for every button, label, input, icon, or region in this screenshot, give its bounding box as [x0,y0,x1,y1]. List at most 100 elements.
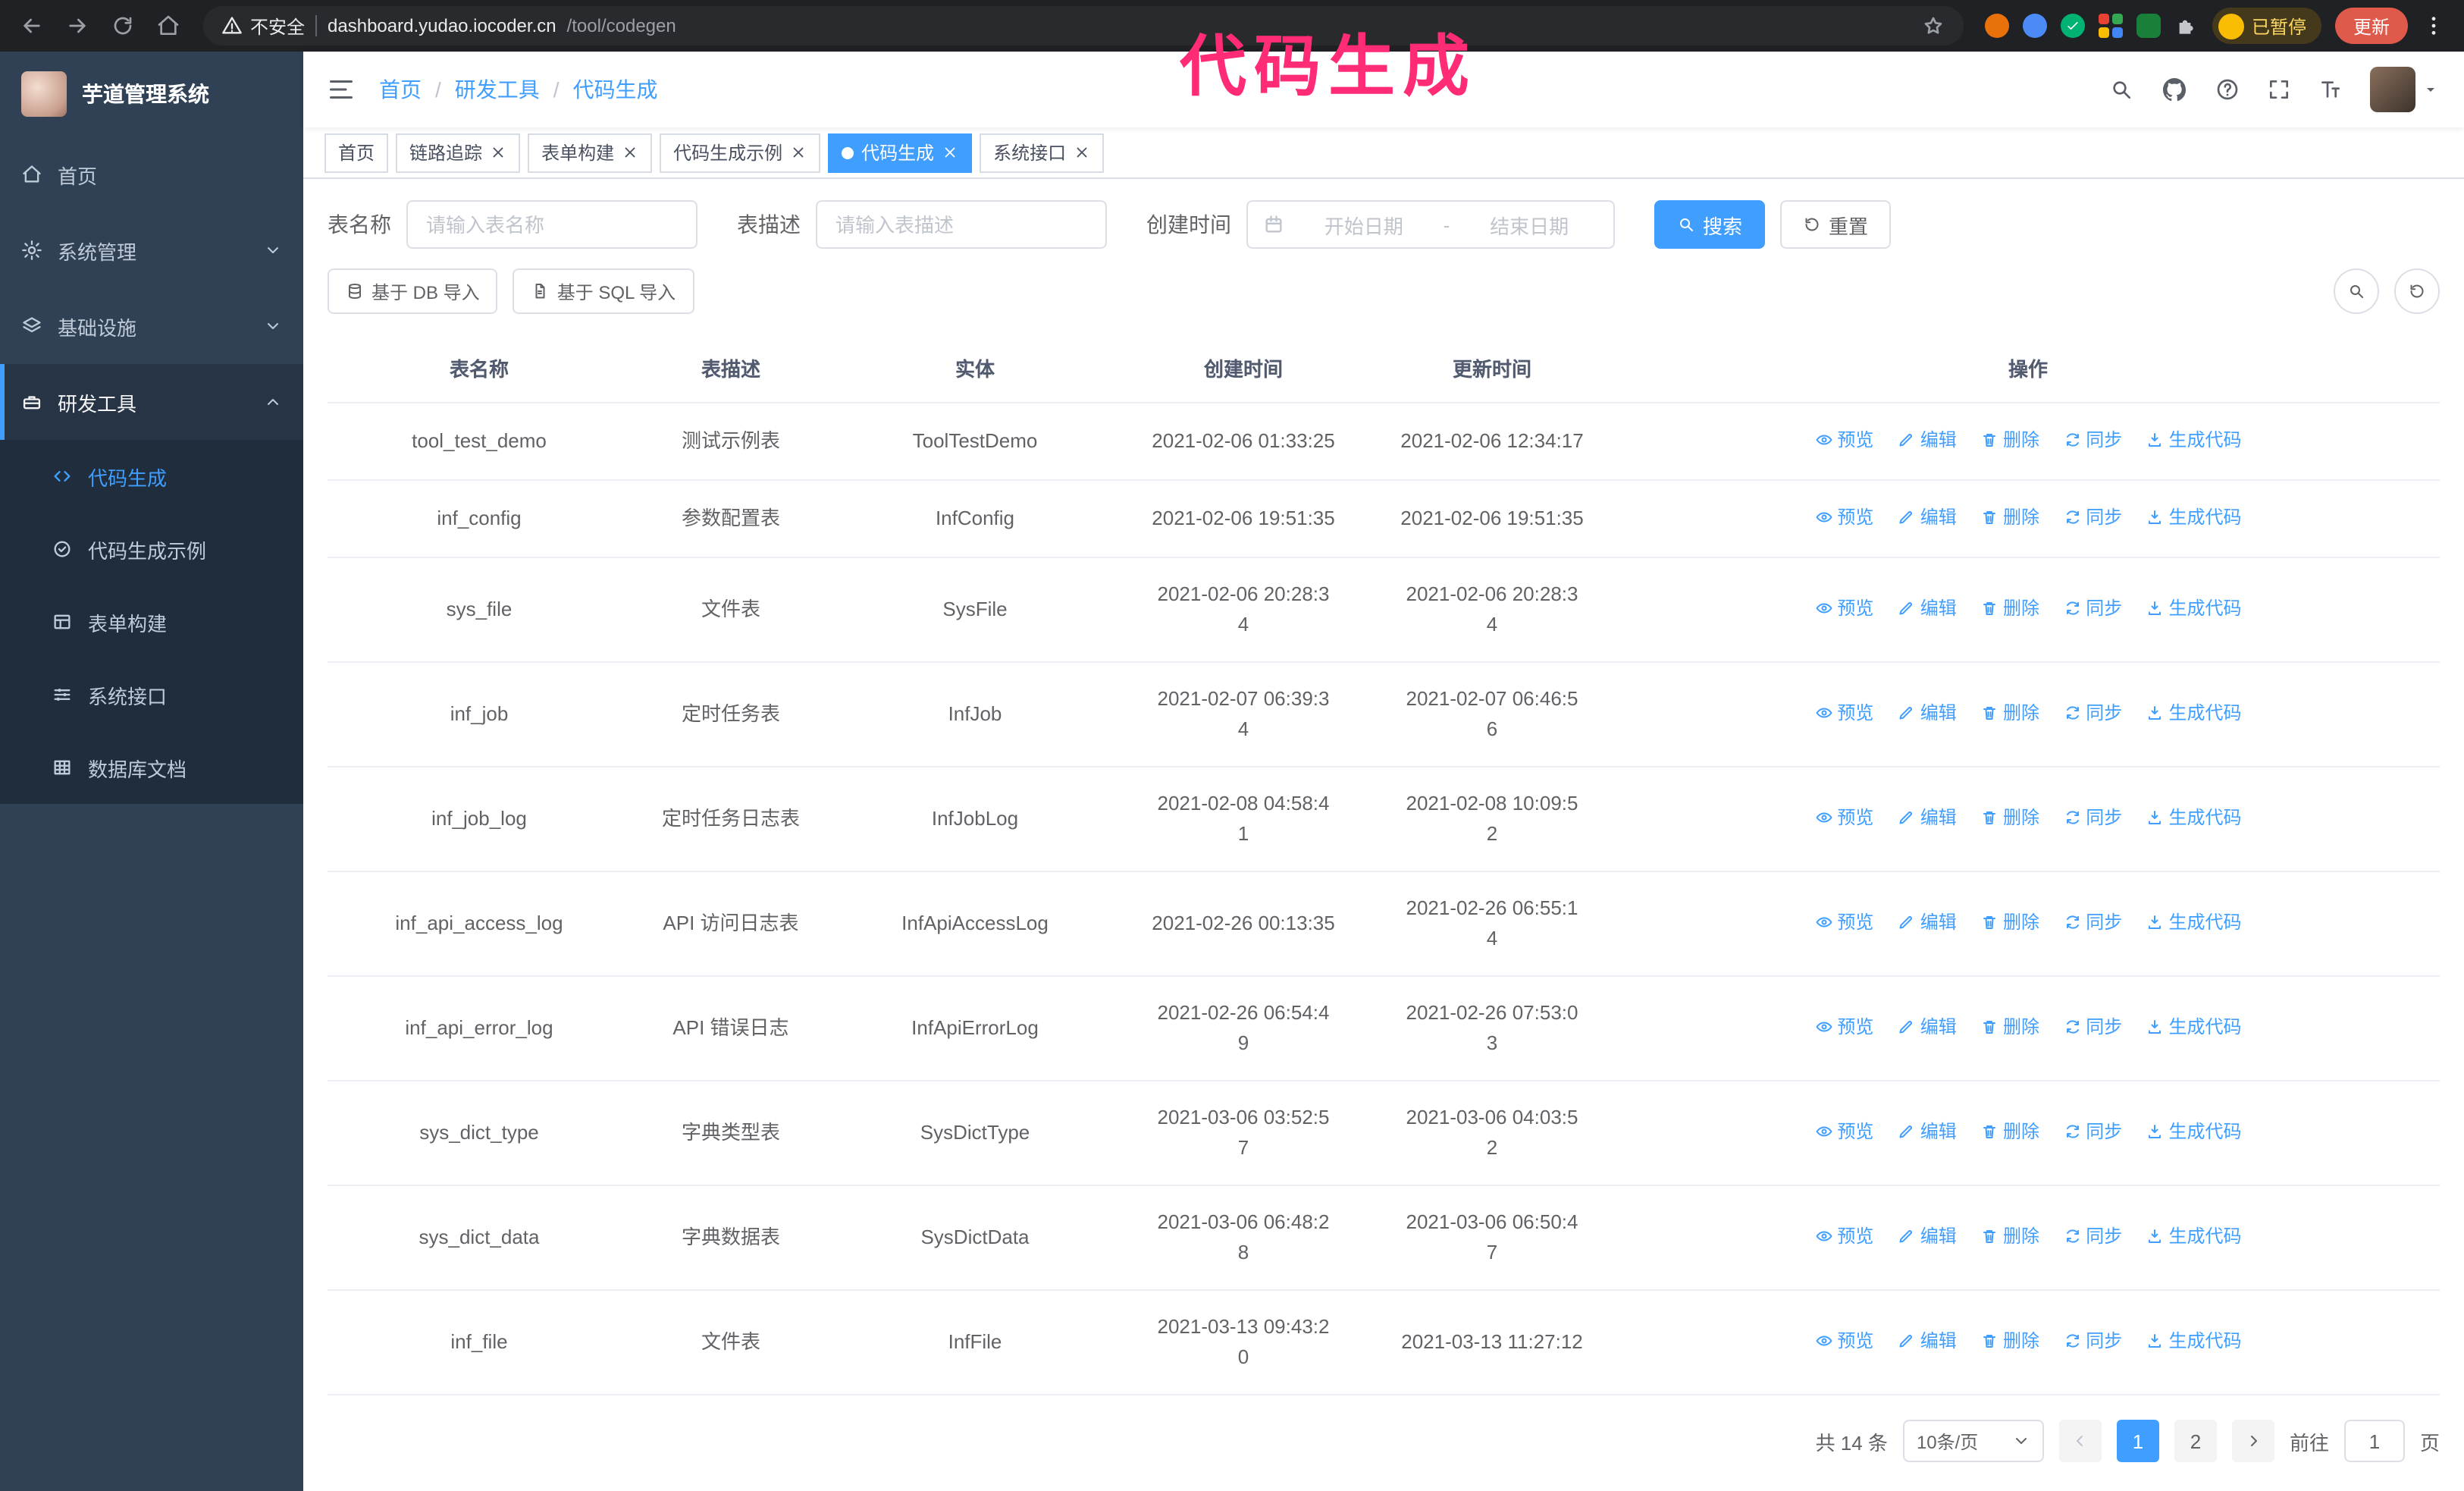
help-icon[interactable] [2215,77,2240,102]
close-icon[interactable] [490,144,506,161]
profile-paused-chip[interactable]: 已暂停 [2212,8,2321,44]
preview-link[interactable]: 预览 [1814,1116,1873,1147]
generate-code-link[interactable]: 生成代码 [2146,593,2242,623]
github-icon[interactable] [2161,76,2188,103]
generate-code-link[interactable]: 生成代码 [2146,1012,2242,1042]
sync-link[interactable]: 同步 [2063,425,2122,455]
generate-code-link[interactable]: 生成代码 [2146,1326,2242,1356]
sync-link[interactable]: 同步 [2063,698,2122,728]
breadcrumb-devtools[interactable]: 研发工具 [455,74,540,105]
sync-link[interactable]: 同步 [2063,502,2122,532]
chrome-update-button[interactable]: 更新 [2334,8,2408,44]
generate-code-link[interactable]: 生成代码 [2146,1221,2242,1251]
sync-link[interactable]: 同步 [2063,907,2122,937]
sync-link[interactable]: 同步 [2063,1012,2122,1042]
sync-link[interactable]: 同步 [2063,1116,2122,1147]
delete-link[interactable]: 删除 [1980,698,2039,728]
delete-link[interactable]: 删除 [1980,1116,2039,1147]
page-button-2[interactable]: 2 [2174,1420,2217,1462]
delete-link[interactable]: 删除 [1980,1221,2039,1251]
search-icon[interactable] [2109,77,2133,102]
tab-codegen[interactable]: 代码生成 [828,133,973,172]
preview-link[interactable]: 预览 [1814,593,1873,623]
extension-icon-orange[interactable] [1984,14,2009,38]
reset-button[interactable]: 重置 [1780,200,1892,249]
import-db-button[interactable]: 基于 DB 导入 [328,268,498,314]
delete-link[interactable]: 删除 [1980,593,2039,623]
extension-icon-blue[interactable] [2022,14,2047,38]
browser-forward-button[interactable] [58,6,97,46]
preview-link[interactable]: 预览 [1814,425,1873,455]
close-icon[interactable] [622,144,638,161]
edit-link[interactable]: 编辑 [1898,1116,1957,1147]
delete-link[interactable]: 删除 [1980,907,2039,937]
table-desc-input[interactable] [816,200,1107,249]
app-logo[interactable]: 芋道管理系统 [0,52,303,137]
generate-code-link[interactable]: 生成代码 [2146,502,2242,532]
generate-code-link[interactable]: 生成代码 [2146,1116,2242,1147]
tab-form-builder[interactable]: 表单构建 [528,133,653,172]
preview-link[interactable]: 预览 [1814,698,1873,728]
sidebar-item-codegen-example[interactable]: 代码生成示例 [0,513,303,585]
edit-link[interactable]: 编辑 [1898,698,1957,728]
preview-link[interactable]: 预览 [1814,1012,1873,1042]
tab-system-api[interactable]: 系统接口 [980,133,1105,172]
sidebar-toggle-button[interactable] [328,76,355,103]
sync-link[interactable]: 同步 [2063,802,2122,833]
edit-link[interactable]: 编辑 [1898,1326,1957,1356]
edit-link[interactable]: 编辑 [1898,502,1957,532]
sidebar-item-system-api[interactable]: 系统接口 [0,658,303,731]
browser-home-button[interactable] [149,6,188,46]
browser-back-button[interactable] [12,6,52,46]
sync-link[interactable]: 同步 [2063,1326,2122,1356]
page-size-select[interactable]: 10条/页 [1902,1420,2044,1462]
close-icon[interactable] [1074,144,1090,161]
sidebar-item-db-docs[interactable]: 数据库文档 [0,731,303,804]
generate-code-link[interactable]: 生成代码 [2146,698,2242,728]
delete-link[interactable]: 删除 [1980,502,2039,532]
tab-codegen-example[interactable]: 代码生成示例 [660,133,821,172]
delete-link[interactable]: 删除 [1980,1012,2039,1042]
table-name-input[interactable] [406,200,698,249]
browser-menu-icon[interactable] [2422,14,2446,38]
close-icon[interactable] [790,144,807,161]
edit-link[interactable]: 编辑 [1898,802,1957,833]
edit-link[interactable]: 编辑 [1898,425,1957,455]
sidebar-item-home[interactable]: 首页 [0,137,303,212]
preview-link[interactable]: 预览 [1814,1326,1873,1356]
sidebar-item-form-builder[interactable]: 表单构建 [0,585,303,658]
edit-link[interactable]: 编辑 [1898,1221,1957,1251]
fullscreen-icon[interactable] [2267,77,2291,102]
browser-reload-button[interactable] [103,6,143,46]
refresh-table-button[interactable] [2394,268,2440,314]
extension-icon-grid[interactable] [2098,14,2123,38]
toggle-search-button[interactable] [2334,268,2379,314]
sync-link[interactable]: 同步 [2063,593,2122,623]
close-icon[interactable] [942,144,958,161]
edit-link[interactable]: 编辑 [1898,1012,1957,1042]
import-sql-button[interactable]: 基于 SQL 导入 [513,268,694,314]
delete-link[interactable]: 删除 [1980,1326,2039,1356]
sync-link[interactable]: 同步 [2063,1221,2122,1251]
extension-icon-green-check[interactable] [2060,14,2085,38]
generate-code-link[interactable]: 生成代码 [2146,425,2242,455]
preview-link[interactable]: 预览 [1814,907,1873,937]
create-time-range-picker[interactable]: 开始日期 - 结束日期 [1246,200,1615,249]
sidebar-item-codegen[interactable]: 代码生成 [0,440,303,513]
bookmark-star-icon[interactable] [1921,14,1945,38]
preview-link[interactable]: 预览 [1814,1221,1873,1251]
sidebar-item-infrastructure[interactable]: 基础设施 [0,288,303,364]
tab-home[interactable]: 首页 [324,133,389,172]
preview-link[interactable]: 预览 [1814,502,1873,532]
page-button-1[interactable]: 1 [2116,1420,2159,1462]
delete-link[interactable]: 删除 [1980,425,2039,455]
sidebar-item-system[interactable]: 系统管理 [0,212,303,288]
sidebar-item-devtools[interactable]: 研发工具 [0,364,303,440]
search-button[interactable]: 搜索 [1654,200,1766,249]
edit-link[interactable]: 编辑 [1898,593,1957,623]
generate-code-link[interactable]: 生成代码 [2146,802,2242,833]
user-menu[interactable] [2370,67,2440,112]
goto-page-input[interactable] [2343,1420,2405,1462]
extensions-puzzle-icon[interactable] [2174,14,2199,38]
generate-code-link[interactable]: 生成代码 [2146,907,2242,937]
